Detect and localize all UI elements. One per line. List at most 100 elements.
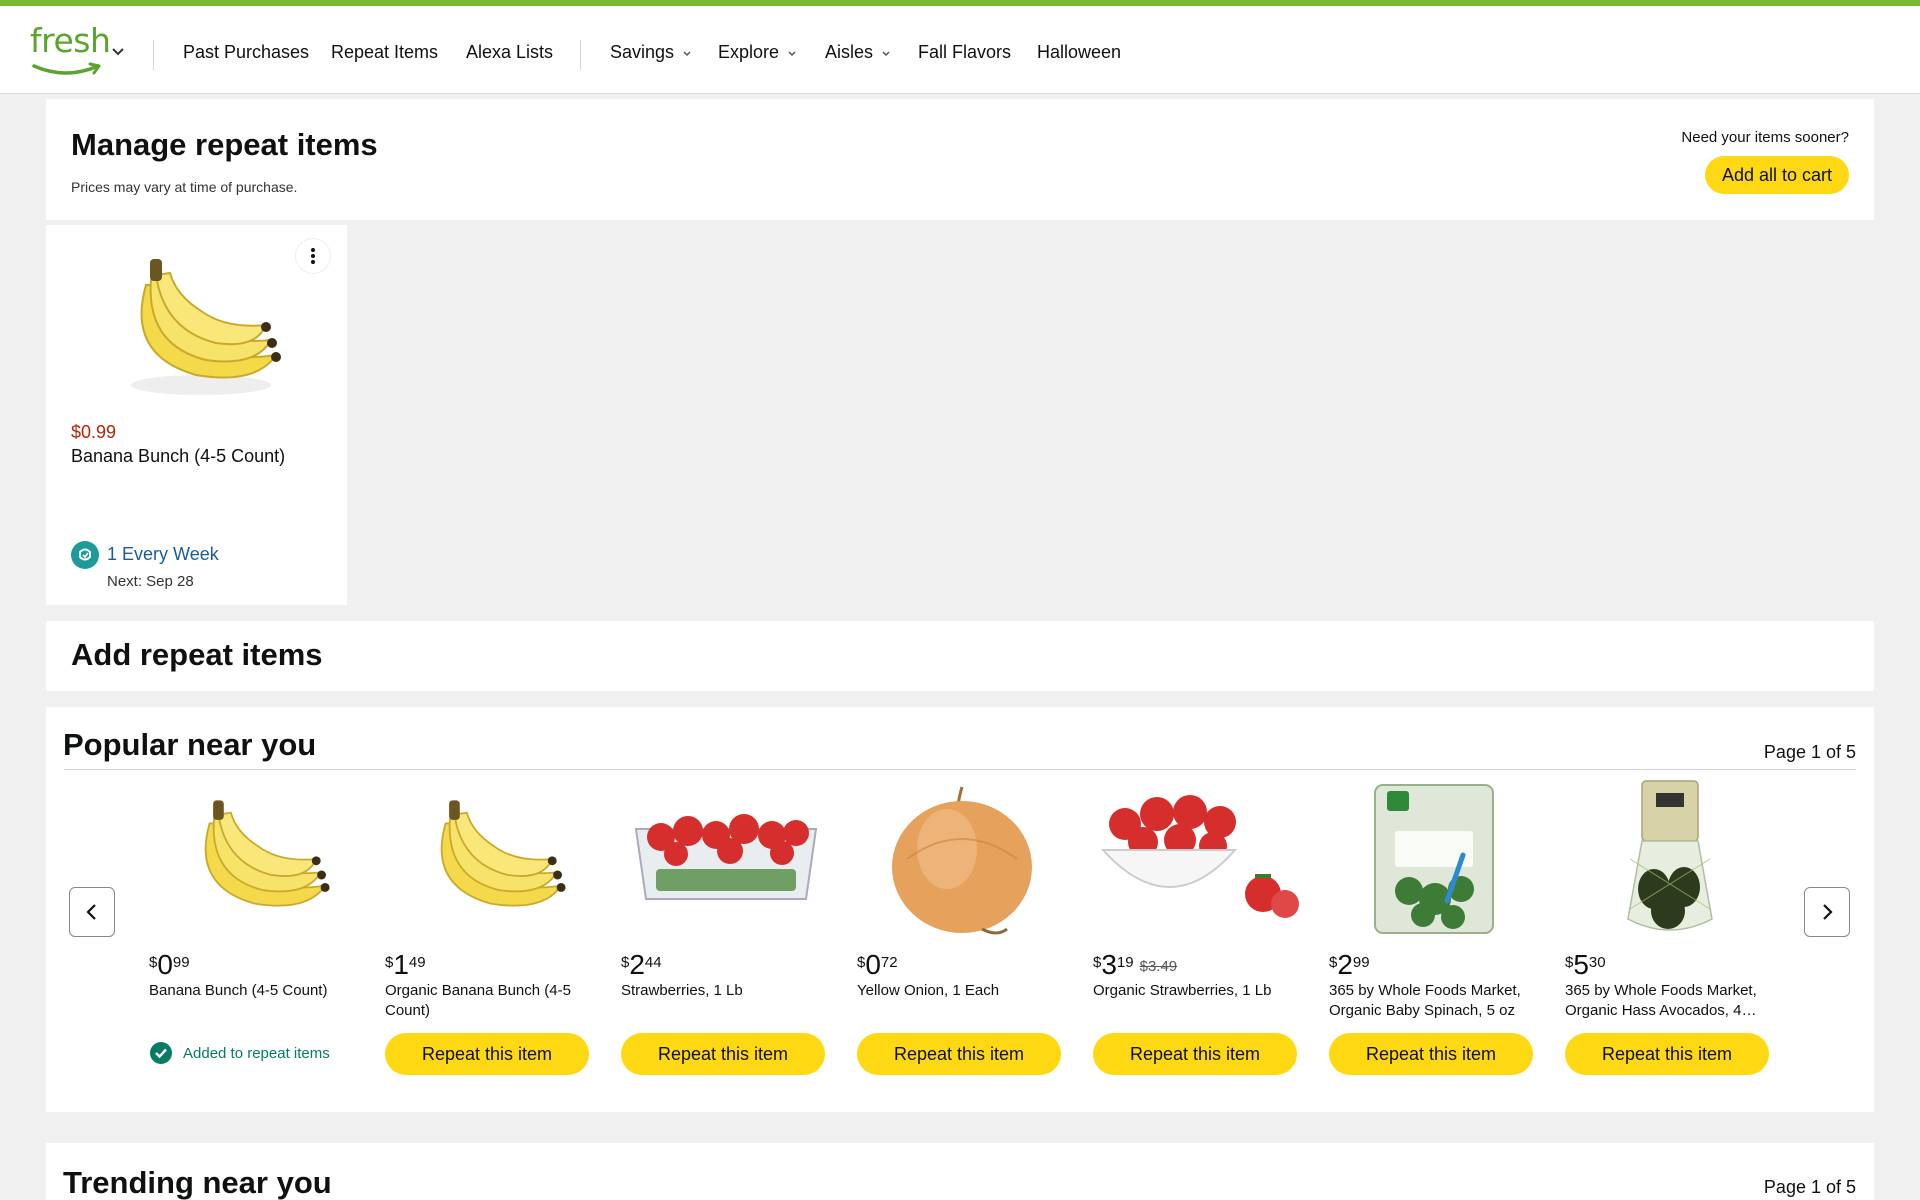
product-price: $ 5 30 [1565,951,1775,981]
chevron-down-icon[interactable] [110,44,126,60]
product-price: $ 2 44 [621,951,831,981]
price-whole: 3 [1101,949,1117,980]
strawberry-clamshell-image[interactable] [621,779,831,939]
nav-repeat-items[interactable]: Repeat Items [331,42,438,63]
add-repeat-header-panel: Add repeat items [46,621,1874,691]
banana-image[interactable] [106,245,286,405]
product-name[interactable]: Organic Banana Bunch (4-5 Count) [385,981,595,1021]
price-whole: 2 [1337,949,1353,980]
carousel-pager: Page 1 of 5 [1763,1177,1856,1197]
repeat-this-item-button[interactable]: Repeat this item [621,1033,825,1075]
price-fraction: 99 [172,954,190,971]
product-name[interactable]: Organic Strawberries, 1 Lb [1093,981,1303,1021]
section-title: Add repeat items [71,637,323,672]
banana-image[interactable] [149,779,359,939]
avocado-bag-image[interactable] [1565,779,1775,939]
price-whole: 0 [865,949,881,980]
carousel-prev-button[interactable] [69,887,115,937]
price-fraction: 49 [408,954,426,971]
repeat-this-item-button[interactable]: Repeat this item [1093,1033,1297,1075]
product-price: $ 1 49 [385,951,595,981]
price-whole: 0 [157,949,173,980]
nav-fall-flavors[interactable]: Fall Flavors [918,42,1011,63]
product-name[interactable]: 365 by Whole Foods Market, Organic Baby … [1329,981,1539,1021]
list-price: $3.49 [1139,958,1178,975]
price-symbol: $ [621,954,630,971]
nav-explore-label: Explore [718,42,780,62]
chevron-left-icon [86,904,96,920]
nav-savings-label: Savings [610,42,675,62]
product-price: $ 0 72 [857,951,1067,981]
product-card: $ 0 72 Yellow Onion, 1 Each Repeat this … [857,779,1067,1075]
more-options-button[interactable] [296,239,330,273]
product-name[interactable]: Yellow Onion, 1 Each [857,981,1067,1021]
price-symbol: $ [385,954,394,971]
repeat-this-item-button[interactable]: Repeat this item [1329,1033,1533,1075]
manage-header-panel: Manage repeat items Prices may vary at t… [46,99,1874,220]
nav-explore-dropdown[interactable]: Explore [718,42,797,63]
price-whole: 2 [629,949,645,980]
item-price: $0.99 [71,422,117,442]
add-all-to-cart-button[interactable]: Add all to cart [1705,156,1849,194]
nav-savings-dropdown[interactable]: Savings [610,42,692,63]
added-status: Added to repeat items [149,1035,359,1071]
nav-divider [153,40,154,70]
repeat-subscription-icon [71,541,99,569]
banana-image[interactable] [385,779,595,939]
price-fraction: 72 [880,954,898,971]
price-symbol: $ [1329,954,1338,971]
product-card: $ 1 49 Organic Banana Bunch (4-5 Count) … [385,779,595,1075]
next-delivery-date: Next: Sep 28 [107,573,194,590]
price-whole: 5 [1573,949,1589,980]
product-card: $ 5 30 365 by Whole Foods Market, Organi… [1565,779,1775,1075]
price-fraction: 44 [644,954,662,971]
carousel-divider [64,769,1856,770]
repeat-this-item-button[interactable]: Repeat this item [385,1033,589,1075]
nav-halloween[interactable]: Halloween [1037,42,1121,63]
fresh-logo[interactable]: fresh [30,24,130,84]
item-name[interactable]: Banana Bunch (4-5 Count) [71,446,285,467]
product-name[interactable]: 365 by Whole Foods Market, Organic Hass … [1565,981,1775,1021]
product-card: $ 3 19 $3.49 Organic Strawberries, 1 Lb … [1093,779,1303,1075]
price-symbol: $ [857,954,866,971]
product-price: $ 2 99 [1329,951,1539,981]
nav-divider [580,40,581,70]
chevron-down-icon [683,50,691,56]
nav-aisles-dropdown[interactable]: Aisles [825,42,891,63]
chevron-right-icon [1823,904,1833,920]
price-disclaimer: Prices may vary at time of purchase. [71,179,298,195]
carousel-title: Trending near you [63,1165,332,1200]
product-price: $ 3 19 $3.49 [1093,951,1303,981]
price-symbol: $ [1093,954,1102,971]
kebab-menu-icon [311,248,315,264]
repeat-this-item-button[interactable]: Repeat this item [1565,1033,1769,1075]
chevron-down-icon [788,50,796,56]
price-whole: 1 [393,949,409,980]
price-fraction: 99 [1352,954,1370,971]
carousel-next-button[interactable] [1804,887,1850,937]
frequency-link[interactable]: 1 Every Week [107,544,219,565]
strawberry-bowl-image[interactable] [1093,779,1303,939]
product-name[interactable]: Banana Bunch (4-5 Count) [149,981,359,1021]
top-navigation: fresh Past Purchases Repeat Items Alexa … [0,6,1920,94]
check-circle-icon [150,1042,172,1064]
nav-alexa-lists[interactable]: Alexa Lists [466,42,553,63]
nav-past-purchases[interactable]: Past Purchases [183,42,309,63]
carousel-title: Popular near you [63,727,317,762]
popular-carousel-panel: Popular near you Page 1 of 5 $ 0 99 Bana… [46,707,1874,1112]
carousel-pager: Page 1 of 5 [1763,742,1856,762]
product-name[interactable]: Strawberries, 1 Lb [621,981,831,1021]
sooner-text: Need your items sooner? [1681,129,1849,146]
logo-wordmark: fresh [30,21,111,60]
price-symbol: $ [149,954,158,971]
page-title: Manage repeat items [71,127,378,162]
repeat-this-item-button[interactable]: Repeat this item [857,1033,1061,1075]
spinach-bag-image[interactable] [1329,779,1539,939]
added-label: Added to repeat items [183,1044,330,1062]
product-card: $ 0 99 Banana Bunch (4-5 Count) Added to… [149,779,359,1071]
price-symbol: $ [1565,954,1574,971]
onion-image[interactable] [857,779,1067,939]
chevron-down-icon [882,50,890,56]
price-fraction: 30 [1588,954,1606,971]
product-card: $ 2 99 365 by Whole Foods Market, Organi… [1329,779,1539,1075]
